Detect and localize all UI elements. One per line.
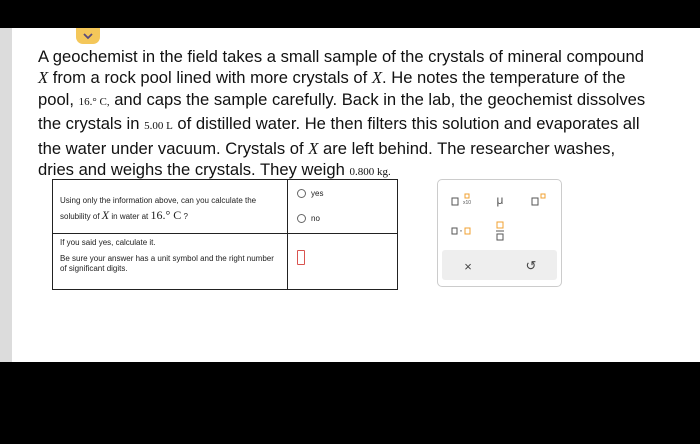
question-1-text: Using only the information above, can yo…	[60, 194, 281, 224]
multiply-dot-button[interactable]: ·	[446, 220, 476, 242]
question-cell-2: If you said yes, calculate it. Be sure y…	[52, 233, 288, 290]
radio-yes[interactable]	[297, 189, 306, 198]
question-segment: from a rock pool lined with more crystal…	[48, 68, 372, 88]
option-no-label: no	[311, 214, 320, 223]
option-yes-label: yes	[311, 189, 324, 198]
superscript-button[interactable]	[524, 190, 554, 210]
clear-button[interactable]: ×	[453, 257, 483, 275]
mu-button[interactable]: μ	[485, 190, 515, 210]
palette-action-bar: × ↺	[442, 250, 557, 280]
radio-no[interactable]	[297, 214, 306, 223]
q1-segment: in water at	[109, 212, 151, 221]
option-no[interactable]: no	[297, 214, 397, 223]
variable-x: X	[308, 138, 319, 158]
temperature-value: 16.° C	[150, 208, 182, 222]
mu-label: μ	[496, 193, 504, 207]
question-2-note: Be sure your answer has a unit symbol an…	[60, 254, 274, 273]
chevron-down-icon	[83, 32, 93, 39]
close-icon: ×	[464, 258, 472, 274]
question-text: A geochemist in the field takes a small …	[38, 46, 648, 183]
question-segment: A geochemist in the field takes a small …	[38, 47, 644, 66]
superscript-icon	[531, 193, 546, 206]
answer-cell-1: yes no	[287, 179, 398, 234]
variable-x: X	[38, 68, 49, 88]
undo-button[interactable]: ↺	[516, 257, 546, 275]
dot-label: ·	[459, 223, 463, 237]
temperature-value: 16.° C,	[78, 95, 110, 108]
collapse-button[interactable]	[76, 28, 100, 44]
math-palette: x10 μ · × ↺	[437, 179, 562, 287]
answer-cell-2	[287, 233, 398, 290]
question-cell-1: Using only the information above, can yo…	[52, 179, 288, 234]
x10-label: x10	[463, 200, 472, 206]
variable-x: X	[371, 68, 382, 88]
volume-value: 5.00 L	[144, 120, 173, 133]
option-yes[interactable]: yes	[297, 189, 397, 198]
q1-segment: ?	[181, 212, 188, 221]
left-strip	[0, 28, 12, 362]
scientific-notation-button[interactable]: x10	[446, 190, 476, 210]
fraction-icon	[496, 221, 504, 241]
answer-input[interactable]	[297, 250, 305, 265]
undo-icon: ↺	[525, 258, 537, 273]
fraction-button[interactable]	[485, 218, 515, 244]
question-2-text: If you said yes, calculate it.	[60, 238, 156, 247]
mass-value: 0.800 kg.	[349, 166, 391, 179]
question-table: Using only the information above, can yo…	[52, 179, 398, 290]
